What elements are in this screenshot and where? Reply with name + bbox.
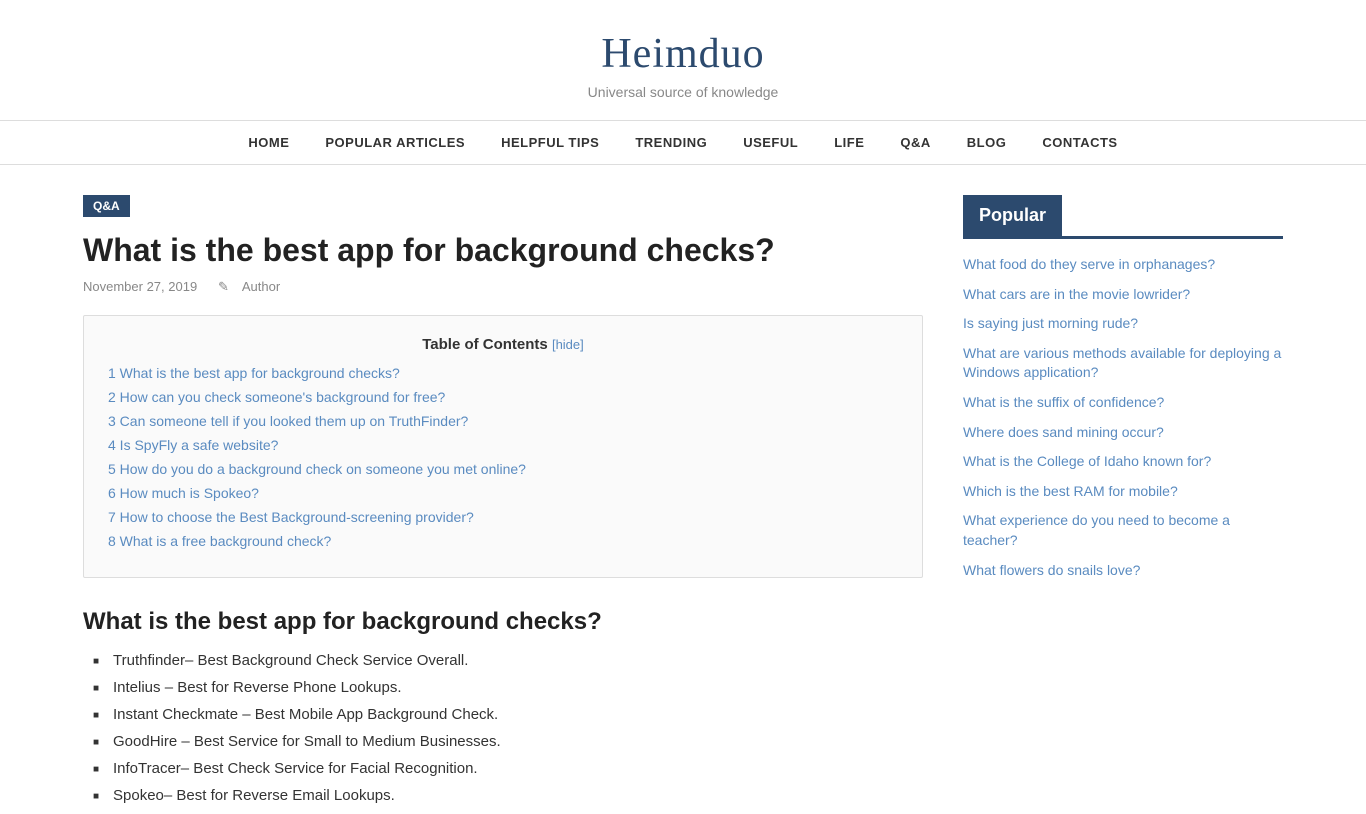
sidebar-popular-header: Popular [963, 195, 1283, 239]
sidebar-link-1[interactable]: What food do they serve in orphanages? [963, 256, 1215, 272]
sidebar-link-7[interactable]: What is the College of Idaho known for? [963, 453, 1211, 469]
sidebar: Popular What food do they serve in orpha… [963, 195, 1283, 814]
toc-item-6[interactable]: 6 How much is Spokeo? [108, 485, 259, 501]
sidebar-link-9[interactable]: What experience do you need to become a … [963, 512, 1230, 548]
main-content: Q&A What is the best app for background … [83, 195, 923, 814]
toc-item-8[interactable]: 8 What is a free background check? [108, 533, 331, 549]
toc-item-3[interactable]: 3 Can someone tell if you looked them up… [108, 413, 468, 429]
toc-item-4[interactable]: 4 Is SpyFly a safe website? [108, 437, 278, 453]
section1-heading: What is the best app for background chec… [83, 608, 923, 636]
article-author-separator: ✎ [211, 279, 229, 294]
article-meta: November 27, 2019 ✎ Author [83, 279, 923, 295]
toc-item-7[interactable]: 7 How to choose the Best Background-scre… [108, 509, 474, 525]
toc-title: Table of Contents [hide] [108, 336, 898, 353]
sidebar-link-6[interactable]: Where does sand mining occur? [963, 424, 1164, 440]
toc-item-1[interactable]: 1 What is the best app for background ch… [108, 365, 400, 381]
page-container: Q&A What is the best app for background … [43, 195, 1323, 814]
sidebar-link-3[interactable]: Is saying just morning rude? [963, 315, 1138, 331]
site-title: Heimduo [20, 30, 1346, 78]
nav-item-life[interactable]: LIFE [816, 121, 882, 164]
bullet-item-5: InfoTracer– Best Check Service for Facia… [93, 760, 923, 777]
nav-item-helpful-tips[interactable]: HELPFUL TIPS [483, 121, 617, 164]
sidebar-link-5[interactable]: What is the suffix of confidence? [963, 394, 1164, 410]
nav-item-home[interactable]: HOME [230, 121, 307, 164]
nav-item-contacts[interactable]: CONTACTS [1024, 121, 1135, 164]
article-date: November 27, 2019 [83, 279, 197, 294]
bullet-item-2: Intelius – Best for Reverse Phone Lookup… [93, 679, 923, 696]
site-tagline: Universal source of knowledge [20, 84, 1346, 100]
toc-item-5[interactable]: 5 How do you do a background check on so… [108, 461, 526, 477]
table-of-contents: Table of Contents [hide] 1 What is the b… [83, 315, 923, 578]
nav-item-useful[interactable]: USEFUL [725, 121, 816, 164]
nav-item-popular-articles[interactable]: POPULAR ARTICLES [307, 121, 483, 164]
article-author: Author [242, 279, 280, 294]
toc-item-2[interactable]: 2 How can you check someone's background… [108, 389, 445, 405]
nav-item-q&a[interactable]: Q&A [882, 121, 948, 164]
sidebar-popular-title: Popular [963, 195, 1062, 236]
bullet-item-6: Spokeo– Best for Reverse Email Lookups. [93, 787, 923, 804]
bullet-item-3: Instant Checkmate – Best Mobile App Back… [93, 706, 923, 723]
sidebar-link-10[interactable]: What flowers do snails love? [963, 562, 1140, 578]
sidebar-link-2[interactable]: What cars are in the movie lowrider? [963, 286, 1190, 302]
sidebar-link-8[interactable]: Which is the best RAM for mobile? [963, 483, 1178, 499]
article-tag[interactable]: Q&A [83, 195, 130, 217]
bullet-item-1: Truthfinder– Best Background Check Servi… [93, 652, 923, 669]
article-title: What is the best app for background chec… [83, 231, 923, 269]
bullet-item-4: GoodHire – Best Service for Small to Med… [93, 733, 923, 750]
sidebar-link-4[interactable]: What are various methods available for d… [963, 345, 1281, 381]
toc-hide-link[interactable]: [hide] [552, 337, 584, 352]
nav-item-blog[interactable]: BLOG [949, 121, 1025, 164]
nav-item-trending[interactable]: TRENDING [617, 121, 725, 164]
main-nav: HOMEPOPULAR ARTICLESHELPFUL TIPSTRENDING… [0, 120, 1366, 165]
site-header: Heimduo Universal source of knowledge [0, 0, 1366, 120]
